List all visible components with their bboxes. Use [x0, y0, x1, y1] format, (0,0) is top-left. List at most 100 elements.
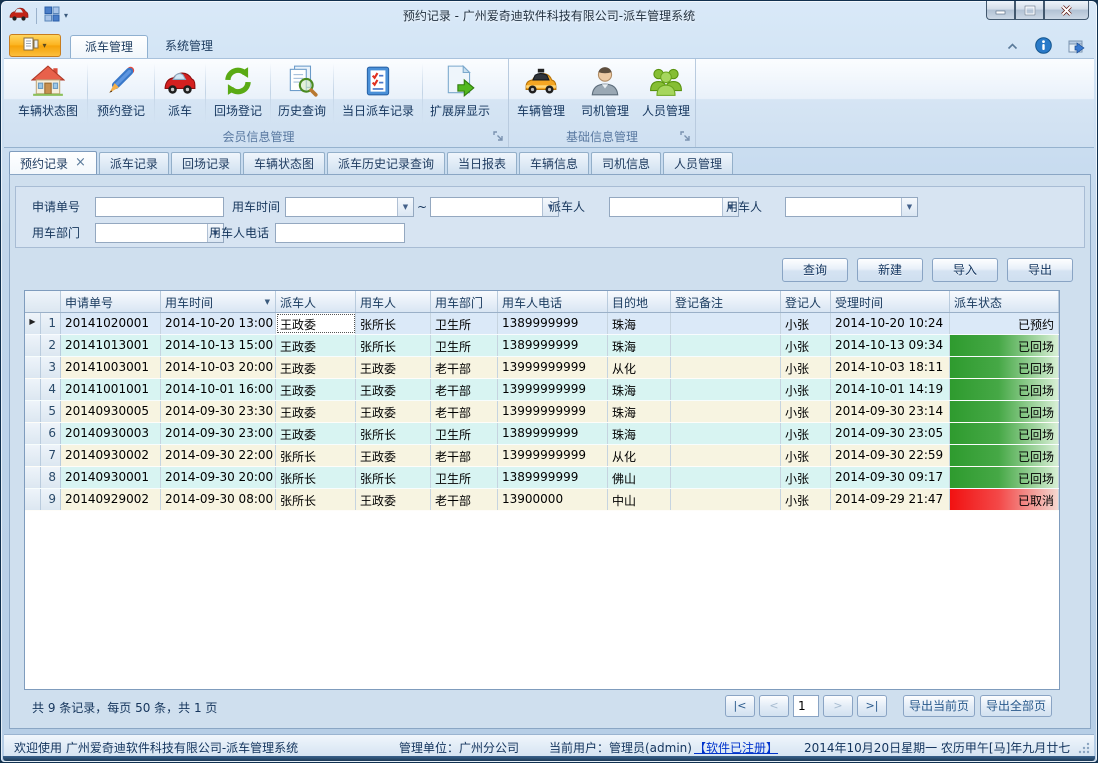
cell-registrant[interactable]: 小张: [781, 313, 831, 334]
order-no-input[interactable]: [95, 197, 224, 217]
cell-accept_time[interactable]: 2014-10-13 09:34: [831, 335, 950, 356]
cell-department[interactable]: 卫生所: [431, 467, 498, 488]
collapse-ribbon-icon[interactable]: [1006, 40, 1019, 54]
cell-department[interactable]: 卫生所: [431, 335, 498, 356]
cell-remark[interactable]: [671, 423, 781, 444]
cell-user[interactable]: 张所长: [356, 423, 431, 444]
cell-user[interactable]: 张所长: [356, 313, 431, 334]
cell-destination[interactable]: 中山: [608, 489, 671, 510]
table-row[interactable]: 7201409300022014-09-30 22:00张所长王政委老干部139…: [25, 445, 1059, 467]
cell-destination[interactable]: 珠海: [608, 401, 671, 422]
cell-phone[interactable]: 1389999999: [498, 423, 608, 444]
cell-phone[interactable]: 1389999999: [498, 335, 608, 356]
column-header-order_no[interactable]: 申请单号: [61, 291, 161, 312]
doc-tab-5[interactable]: 当日报表: [447, 152, 517, 174]
column-header-dispatcher[interactable]: 派车人: [276, 291, 356, 312]
cell-accept_time[interactable]: 2014-09-30 22:59: [831, 445, 950, 466]
column-header-use_time[interactable]: 用车时间▼: [161, 291, 276, 312]
column-header-accept_time[interactable]: 受理时间: [831, 291, 950, 312]
cell-registrant[interactable]: 小张: [781, 335, 831, 356]
last-page-button[interactable]: >|: [857, 695, 887, 717]
cell-order_no[interactable]: 20141020001: [61, 313, 161, 334]
ribbon-button-personnel-management[interactable]: 人员管理: [637, 59, 695, 127]
cell-registrant[interactable]: 小张: [781, 489, 831, 510]
cell-remark[interactable]: [671, 357, 781, 378]
cell-remark[interactable]: [671, 379, 781, 400]
cell-destination[interactable]: 佛山: [608, 467, 671, 488]
info-icon[interactable]: [1035, 37, 1052, 57]
cell-phone[interactable]: 1389999999: [498, 313, 608, 334]
cell-registrant[interactable]: 小张: [781, 423, 831, 444]
ribbon-button-driver-management[interactable]: 司机管理: [573, 59, 637, 127]
table-row[interactable]: ▶1201410200012014-10-20 13:00王政委张所长卫生所13…: [25, 313, 1059, 335]
cell-remark[interactable]: [671, 401, 781, 422]
ribbon-button-dispatch[interactable]: 派车: [155, 59, 205, 127]
cell-department[interactable]: 老干部: [431, 445, 498, 466]
cell-destination[interactable]: 珠海: [608, 335, 671, 356]
dialog-launcher-icon[interactable]: [492, 130, 505, 143]
column-header-department[interactable]: 用车部门: [431, 291, 498, 312]
ribbon-button-vehicle-status-map[interactable]: 车辆状态图: [9, 59, 87, 127]
cell-use_time[interactable]: 2014-10-03 20:00: [161, 357, 276, 378]
cell-use_time[interactable]: 2014-09-30 23:00: [161, 423, 276, 444]
cell-registrant[interactable]: 小张: [781, 379, 831, 400]
cell-order_no[interactable]: 20140930002: [61, 445, 161, 466]
ribbon-button-vehicle-management[interactable]: 车辆管理: [509, 59, 573, 127]
column-header-phone[interactable]: 用车人电话: [498, 291, 608, 312]
column-header-user[interactable]: 用车人: [356, 291, 431, 312]
table-row[interactable]: 3201410030012014-10-03 20:00王政委王政委老干部139…: [25, 357, 1059, 379]
export-current-page-button[interactable]: 导出当前页: [903, 695, 975, 717]
ribbon-button-today-dispatch-records[interactable]: 当日派车记录: [334, 59, 422, 127]
ribbon-button-history-query[interactable]: 历史查询: [271, 59, 333, 127]
cell-status[interactable]: 已预约: [950, 313, 1059, 334]
table-row[interactable]: 6201409300032014-09-30 23:00王政委张所长卫生所138…: [25, 423, 1059, 445]
cell-dispatcher[interactable]: 张所长: [276, 445, 356, 466]
resize-grip[interactable]: [1077, 741, 1090, 757]
cell-status[interactable]: 已回场: [950, 445, 1059, 466]
cell-order_no[interactable]: 20141013001: [61, 335, 161, 356]
cell-use_time[interactable]: 2014-09-30 22:00: [161, 445, 276, 466]
table-row[interactable]: 4201410010012014-10-01 16:00王政委王政委老干部139…: [25, 379, 1059, 401]
tab-close-icon[interactable]: ×: [75, 158, 86, 168]
cell-dispatcher[interactable]: 王政委: [276, 423, 356, 444]
cell-department[interactable]: 卫生所: [431, 313, 498, 334]
cell-registrant[interactable]: 小张: [781, 401, 831, 422]
cell-user[interactable]: 王政委: [356, 489, 431, 510]
cell-accept_time[interactable]: 2014-09-30 23:05: [831, 423, 950, 444]
phone-input[interactable]: [275, 223, 405, 243]
use-time-from-combo[interactable]: ▼: [285, 197, 414, 217]
cell-accept_time[interactable]: 2014-10-20 10:24: [831, 313, 950, 334]
cell-department[interactable]: 老干部: [431, 379, 498, 400]
cell-use_time[interactable]: 2014-09-30 20:00: [161, 467, 276, 488]
ribbon-tab-system[interactable]: 系统管理: [150, 35, 228, 58]
table-row[interactable]: 9201409290022014-09-30 08:00张所长王政委老干部139…: [25, 489, 1059, 511]
cell-status[interactable]: 已取消: [950, 489, 1059, 510]
cell-use_time[interactable]: 2014-09-30 08:00: [161, 489, 276, 510]
doc-tab-2[interactable]: 回场记录: [171, 152, 241, 174]
cell-user[interactable]: 王政委: [356, 445, 431, 466]
prev-page-button[interactable]: <: [759, 695, 789, 717]
cell-registrant[interactable]: 小张: [781, 445, 831, 466]
cell-registrant[interactable]: 小张: [781, 357, 831, 378]
close-button[interactable]: [1044, 1, 1089, 20]
doc-tab-0[interactable]: 预约记录×: [9, 151, 97, 174]
table-row[interactable]: 5201409300052014-09-30 23:30王政委王政委老干部139…: [25, 401, 1059, 423]
cell-user[interactable]: 张所长: [356, 335, 431, 356]
cell-phone[interactable]: 13999999999: [498, 401, 608, 422]
cell-remark[interactable]: [671, 445, 781, 466]
cell-department[interactable]: 卫生所: [431, 423, 498, 444]
cell-remark[interactable]: [671, 335, 781, 356]
cell-order_no[interactable]: 20140929002: [61, 489, 161, 510]
doc-tab-8[interactable]: 人员管理: [663, 152, 733, 174]
dialog-launcher-icon[interactable]: [679, 130, 692, 143]
cell-department[interactable]: 老干部: [431, 357, 498, 378]
cell-order_no[interactable]: 20141001001: [61, 379, 161, 400]
cell-phone[interactable]: 13999999999: [498, 357, 608, 378]
cell-status[interactable]: 已回场: [950, 467, 1059, 488]
cell-status[interactable]: 已回场: [950, 335, 1059, 356]
export-all-pages-button[interactable]: 导出全部页: [980, 695, 1052, 717]
cell-status[interactable]: 已回场: [950, 379, 1059, 400]
query-button[interactable]: 查询: [782, 258, 848, 282]
license-registered-link[interactable]: 【软件已注册】: [694, 739, 778, 756]
department-combo[interactable]: ▼: [95, 223, 224, 243]
